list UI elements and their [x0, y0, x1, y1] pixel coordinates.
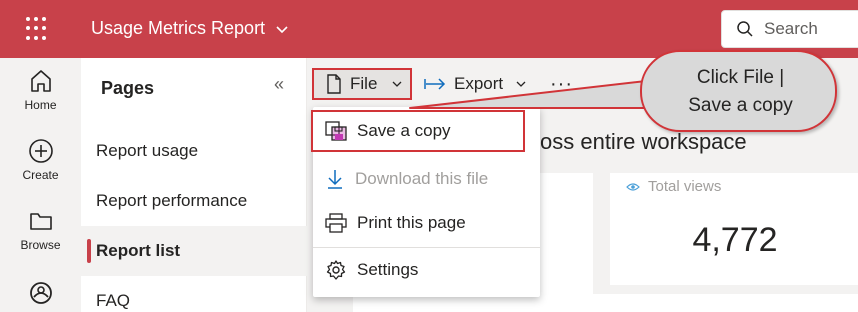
pages-pane: Pages « Report usage Report performance …	[81, 58, 307, 312]
callout-line-2: Save a copy	[688, 95, 793, 116]
save-a-copy-label: Save a copy	[357, 121, 451, 140]
file-dropdown-menu: Save a copy Download this file Print thi…	[311, 107, 540, 297]
collapse-pane-icon[interactable]: «	[274, 74, 284, 95]
print-icon	[325, 213, 347, 233]
search-box[interactable]: Search	[721, 10, 858, 48]
page-item-report-performance[interactable]: Report performance	[81, 176, 307, 226]
plus-circle-icon	[28, 139, 53, 163]
nav-home-label: Home	[24, 98, 57, 112]
nav-home[interactable]: Home	[0, 68, 81, 112]
export-menu-button[interactable]: Export	[424, 68, 527, 100]
menu-item-settings[interactable]: Settings	[313, 248, 540, 292]
menu-item-download-file: Download this file	[313, 157, 540, 201]
total-views-label: Total views	[648, 178, 722, 195]
export-label: Export	[454, 74, 504, 93]
print-page-label: Print this page	[357, 213, 466, 232]
file-icon	[327, 74, 341, 94]
download-file-label: Download this file	[355, 169, 489, 188]
app-launcher-icon[interactable]	[26, 17, 50, 41]
page-item-report-list[interactable]: Report list	[81, 226, 307, 276]
onelake-icon	[29, 282, 52, 304]
callout-text: Click File | Save a copy	[642, 64, 839, 120]
home-icon	[30, 70, 51, 92]
page-item-faq[interactable]: FAQ	[81, 276, 307, 312]
nav-browse[interactable]: Browse	[0, 208, 81, 252]
menu-item-print-page[interactable]: Print this page	[313, 201, 540, 245]
folder-icon	[29, 213, 52, 230]
save-copy-icon	[325, 121, 347, 141]
nav-browse-label: Browse	[20, 238, 61, 252]
file-menu-button[interactable]: File	[312, 68, 412, 100]
pages-title: Pages	[101, 78, 155, 98]
report-title: Usage Metrics Report	[91, 18, 266, 38]
menu-item-save-a-copy[interactable]: Save a copy	[311, 110, 525, 152]
chevron-down-icon	[392, 81, 402, 87]
search-placeholder: Search	[764, 19, 818, 38]
instruction-callout: Click File | Save a copy	[640, 50, 837, 132]
report-heading: oss entire workspace	[540, 129, 747, 154]
download-icon	[328, 170, 342, 189]
more-options-button[interactable]: ···	[550, 68, 573, 100]
callout-line-1: Click File |	[696, 67, 785, 88]
nav-create[interactable]: Create	[0, 138, 81, 182]
nav-create-label: Create	[22, 168, 59, 182]
gear-icon	[326, 260, 346, 280]
nav-onelake[interactable]	[0, 280, 81, 310]
settings-label: Settings	[357, 260, 419, 279]
report-title-dropdown[interactable]: Usage Metrics Report	[91, 18, 289, 39]
page-item-report-usage[interactable]: Report usage	[81, 126, 307, 176]
chevron-down-icon	[276, 25, 288, 33]
search-icon	[737, 21, 753, 37]
eye-icon	[626, 182, 640, 191]
total-views-label-row: Total views	[626, 178, 721, 195]
chevron-down-icon	[516, 81, 526, 87]
total-views-card: Total views 4,772	[610, 173, 858, 285]
total-views-value: 4,772	[692, 221, 778, 259]
file-label: File	[350, 74, 378, 93]
left-navigation: Home Create Browse	[0, 58, 81, 312]
export-arrow-icon	[424, 78, 446, 90]
